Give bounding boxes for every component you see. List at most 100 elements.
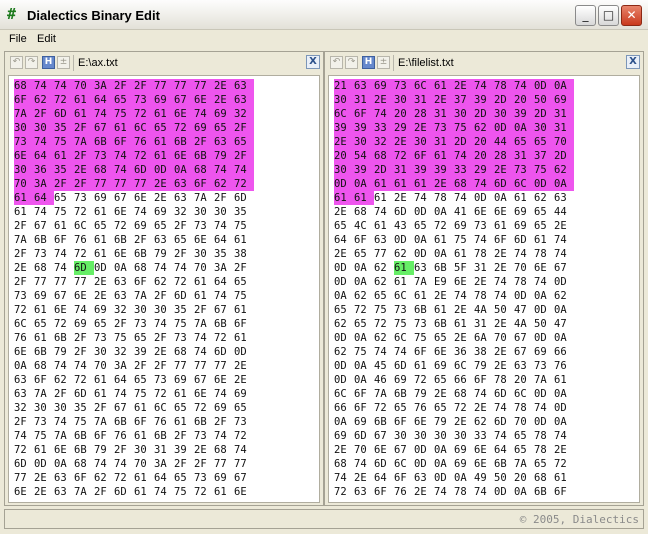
hex-byte[interactable]: 0A <box>354 177 374 191</box>
hex-byte[interactable]: 31 <box>514 149 534 163</box>
hex-byte[interactable]: 74 <box>194 331 214 345</box>
hex-byte[interactable]: 66 <box>334 401 354 415</box>
hex-byte[interactable]: 0A <box>554 79 574 93</box>
hex-byte[interactable]: 31 <box>434 135 454 149</box>
hex-byte[interactable]: 2F <box>214 415 234 429</box>
hex-byte[interactable]: 76 <box>554 359 574 373</box>
hex-byte[interactable]: 65 <box>354 247 374 261</box>
hex-byte[interactable]: 75 <box>454 121 474 135</box>
hex-byte[interactable]: 0A <box>114 261 134 275</box>
hex-byte[interactable]: 6F <box>134 275 154 289</box>
hex-byte[interactable]: 62 <box>334 317 354 331</box>
hex-byte[interactable]: 76 <box>14 331 34 345</box>
hex-byte[interactable]: 73 <box>194 219 214 233</box>
hex-byte[interactable]: 31 <box>354 93 374 107</box>
hex-byte[interactable]: 6B <box>174 135 194 149</box>
hex-byte[interactable]: 73 <box>174 331 194 345</box>
hex-byte[interactable]: 6C <box>454 359 474 373</box>
hex-byte[interactable]: 6D <box>74 387 94 401</box>
hex-byte[interactable]: 65 <box>114 93 134 107</box>
hex-byte[interactable]: 2F <box>134 359 154 373</box>
hex-byte[interactable]: 64 <box>214 233 234 247</box>
hex-byte[interactable]: 2E <box>434 93 454 107</box>
hex-byte[interactable]: 61 <box>374 219 394 233</box>
hex-byte[interactable]: 33 <box>374 121 394 135</box>
hex-byte[interactable]: 75 <box>534 163 554 177</box>
hex-byte[interactable]: 2F <box>34 107 54 121</box>
hex-byte[interactable]: 74 <box>454 289 474 303</box>
hex-byte[interactable]: 7A <box>34 387 54 401</box>
hex-byte[interactable]: 63 <box>114 275 134 289</box>
hex-byte[interactable]: 63 <box>554 191 574 205</box>
hex-byte[interactable]: 73 <box>134 317 154 331</box>
hex-byte[interactable]: 2E <box>154 177 174 191</box>
hex-byte[interactable]: 31 <box>474 317 494 331</box>
hex-byte[interactable]: 78 <box>434 191 454 205</box>
hex-byte[interactable]: 2F <box>94 485 114 499</box>
hex-byte[interactable]: 62 <box>34 93 54 107</box>
hex-byte[interactable]: 39 <box>354 163 374 177</box>
hex-byte[interactable]: 6B <box>34 345 54 359</box>
hex-byte[interactable]: 6E <box>54 443 74 457</box>
hex-byte[interactable]: 20 <box>514 93 534 107</box>
hex-byte[interactable]: 6D <box>494 387 514 401</box>
hex-byte[interactable]: 72 <box>194 401 214 415</box>
hex-byte[interactable]: 77 <box>54 275 74 289</box>
hex-byte[interactable]: 2F <box>54 177 74 191</box>
hex-byte[interactable]: 65 <box>514 443 534 457</box>
hex-byte[interactable]: 76 <box>394 485 414 499</box>
hex-byte[interactable]: 65 <box>174 233 194 247</box>
hex-byte[interactable]: 75 <box>354 345 374 359</box>
hex-byte[interactable]: 6D <box>134 163 154 177</box>
hex-byte[interactable]: 73 <box>474 219 494 233</box>
hex-byte[interactable]: 72 <box>234 177 254 191</box>
hex-byte[interactable]: 70 <box>514 261 534 275</box>
hex-byte[interactable]: 69 <box>214 401 234 415</box>
hex-byte[interactable]: 0D <box>494 485 514 499</box>
hex-byte[interactable]: 31 <box>474 261 494 275</box>
hex-byte[interactable]: 4C <box>354 219 374 233</box>
hex-byte[interactable]: 6C <box>514 387 534 401</box>
hex-byte[interactable]: 35 <box>214 247 234 261</box>
hex-byte[interactable]: 61 <box>174 415 194 429</box>
hex-byte[interactable]: 68 <box>34 261 54 275</box>
redo-icon[interactable]: ↷ <box>345 56 358 69</box>
hex-byte[interactable]: 63 <box>414 471 434 485</box>
hex-byte[interactable]: 6E <box>194 387 214 401</box>
hex-byte[interactable]: 2D <box>474 107 494 121</box>
hex-byte[interactable]: 0D <box>434 471 454 485</box>
hex-byte[interactable]: 77 <box>74 275 94 289</box>
hex-byte[interactable]: 30 <box>94 345 114 359</box>
hex-byte[interactable]: 65 <box>514 135 534 149</box>
hex-byte[interactable]: 65 <box>434 373 454 387</box>
hex-byte[interactable]: 3A <box>154 457 174 471</box>
hex-byte[interactable]: 6B <box>134 247 154 261</box>
hex-byte[interactable]: 78 <box>534 429 554 443</box>
hex-byte[interactable]: 61 <box>414 177 434 191</box>
hex-byte[interactable]: 7A <box>514 457 534 471</box>
hex-byte[interactable]: 7A <box>74 135 94 149</box>
hex-byte[interactable]: 20 <box>514 373 534 387</box>
hex-byte[interactable]: 74 <box>474 387 494 401</box>
hex-byte[interactable]: 0D <box>554 401 574 415</box>
hex-byte[interactable]: E9 <box>434 275 454 289</box>
hex-byte[interactable]: 0A <box>434 457 454 471</box>
hex-byte[interactable]: 2F <box>194 135 214 149</box>
hex-byte[interactable]: 2E <box>334 443 354 457</box>
hex-byte[interactable]: 67 <box>234 471 254 485</box>
hex-byte[interactable]: 30 <box>394 93 414 107</box>
hex-byte[interactable]: 32 <box>114 345 134 359</box>
hex-byte[interactable]: 74 <box>474 79 494 93</box>
hex-byte[interactable]: 6E <box>174 107 194 121</box>
hex-byte[interactable]: 31 <box>554 107 574 121</box>
hex-byte[interactable]: 64 <box>494 443 514 457</box>
hex-byte[interactable]: 6F <box>494 233 514 247</box>
hex-byte[interactable]: 30 <box>14 121 34 135</box>
hex-byte[interactable]: 0D <box>334 373 354 387</box>
hex-byte[interactable]: 65 <box>94 317 114 331</box>
hex-byte[interactable]: 6C <box>414 79 434 93</box>
menu-edit[interactable]: Edit <box>37 33 56 45</box>
hex-byte[interactable]: 2E <box>334 247 354 261</box>
hex-byte[interactable]: 79 <box>54 345 74 359</box>
hex-byte[interactable]: 2F <box>74 331 94 345</box>
